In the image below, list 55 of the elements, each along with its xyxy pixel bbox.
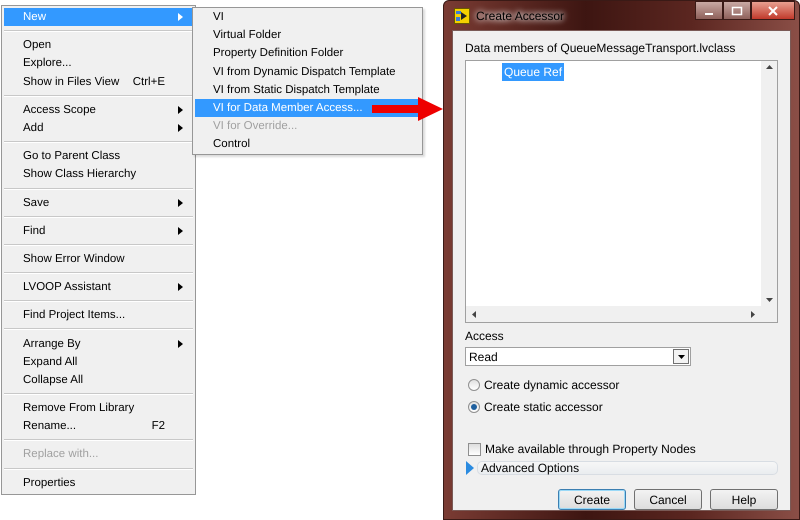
access-dropdown[interactable]: Read [465,347,691,366]
shortcut-label: Ctrl+E [132,74,166,90]
vertical-scrollbar[interactable] [761,61,777,306]
menu-item[interactable]: Save [4,194,193,212]
window-title: Create Accessor [476,8,564,24]
close-icon [767,6,779,16]
access-label: Access [465,328,505,345]
dialog-button[interactable]: Create [558,489,626,510]
menu-item[interactable]: Open [4,36,193,54]
horizontal-scrollbar[interactable] [466,306,761,322]
maximize-button[interactable] [723,1,751,20]
checkbox-label[interactable]: Make available through Property Nodes [485,440,696,458]
close-button[interactable] [751,1,795,20]
menu-item[interactable]: Arrange By [4,334,193,353]
menu-item[interactable]: Find Project Items... [4,306,193,324]
radio-label[interactable]: Create dynamic accessor [484,376,620,394]
menu-item[interactable]: Go to Parent Class [4,147,193,166]
menu-item[interactable]: Explore... [4,54,193,73]
menu-item[interactable]: Control [195,135,420,154]
checkbox[interactable] [468,442,481,456]
menu-item[interactable]: VI [195,8,420,26]
list-label: Data members of QueueMessageTransport.lvclass [465,40,736,57]
minimize-button[interactable] [695,1,723,20]
advanced-options-bar[interactable]: Advanced Options [477,461,778,475]
shortcut-label: F2 [150,419,166,434]
menu-item[interactable]: Add [4,118,193,138]
dialog-button[interactable]: Cancel [634,489,702,510]
radio-button[interactable] [468,379,480,391]
menu-item[interactable]: Collapse All [4,370,193,389]
menu-item[interactable]: Find [4,222,193,240]
radio-button[interactable] [468,401,480,413]
minimize-icon [705,12,713,14]
menu-item[interactable]: Virtual Folder [195,26,420,44]
menu-item[interactable]: Remove From Library [4,399,193,418]
menu-item[interactable]: Show Class Hierarchy [4,165,193,184]
radio-label[interactable]: Create static accessor [484,398,603,416]
menu-item[interactable]: Property Definition Folder [195,44,420,63]
dialog-button[interactable]: Help [710,489,778,510]
scroll-up-icon[interactable] [766,65,772,69]
menu-item[interactable]: Rename... F2 [4,417,193,436]
app-icon [454,8,470,24]
menu-item[interactable]: LVOOP Assistant [4,278,193,296]
expander-icon[interactable] [465,461,474,475]
menu-item[interactable]: VI from Static Dispatch Template [195,80,420,99]
menu-item[interactable]: Show in Files View Ctrl+E [4,72,193,91]
menu-item[interactable]: Properties [4,474,193,492]
scroll-left-icon[interactable] [472,310,476,318]
scroll-right-icon[interactable] [751,310,755,318]
menu-item[interactable]: Show Error Window [4,250,193,268]
menu-item[interactable]: VI from Dynamic Dispatch Template [195,62,420,81]
scroll-down-icon[interactable] [766,298,772,302]
maximize-icon [731,6,743,16]
menu-item[interactable]: Expand All [4,352,193,371]
pointer-arrow [372,97,444,121]
menu-item[interactable]: Access Scope [4,100,193,119]
